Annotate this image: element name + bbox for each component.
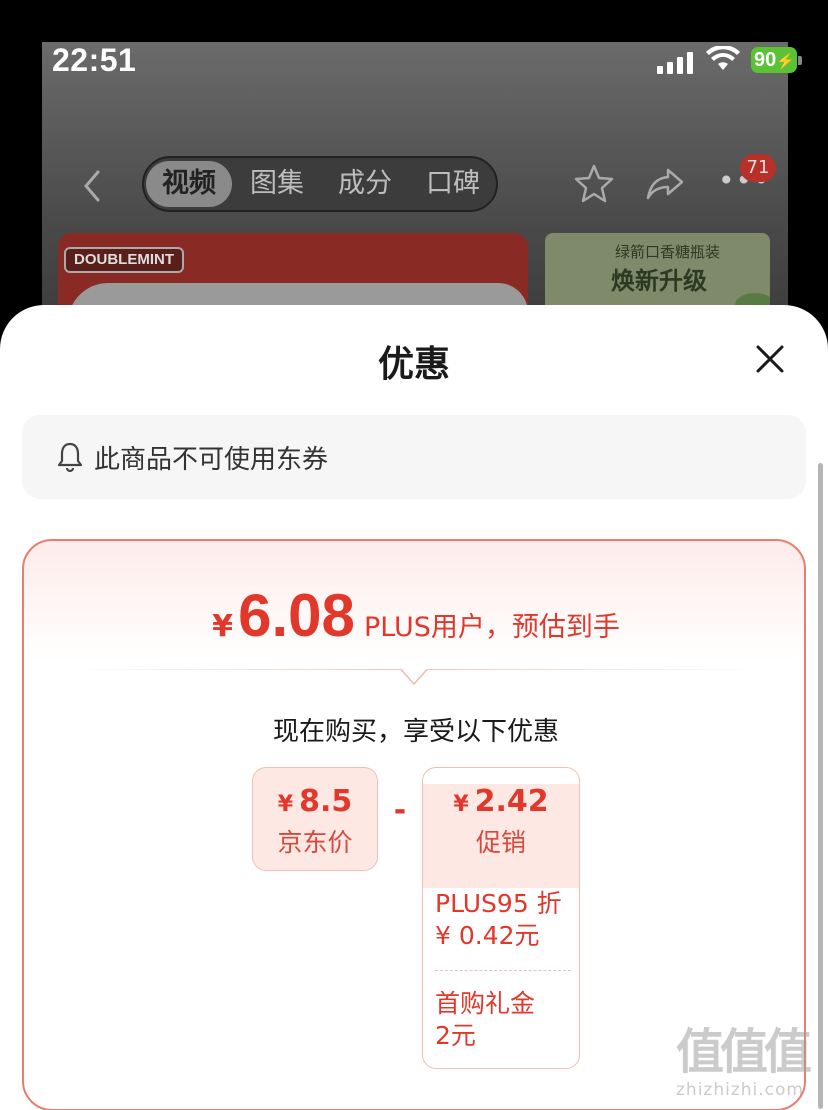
close-icon[interactable] [752, 341, 788, 377]
status-bar: 22:51 90⚡ [0, 0, 828, 100]
jd-price-box: ¥8.5 京东价 [252, 767, 378, 871]
promotion-separator [435, 970, 571, 971]
estimated-price: ¥ 6.08 PLUS用户，预估到手 [24, 581, 808, 650]
media-tab-switcher: 视频 图集 成分 口碑 [142, 156, 498, 212]
battery-tip [798, 56, 802, 65]
banner-subtitle: 绿箭口香糖瓶装 [615, 243, 721, 261]
message-count-badge: 71 [740, 154, 776, 182]
jd-price-currency: ¥ [277, 792, 294, 817]
cellular-signal-icon [657, 52, 697, 74]
scrollbar[interactable] [818, 463, 823, 1109]
promotion-currency: ¥ [453, 792, 469, 817]
product-nav-bar: 视频 图集 成分 口碑 ••• 71 [42, 150, 788, 220]
watermark-logo: 值值值 [676, 1024, 812, 1080]
sheet-title: 优惠 [377, 344, 450, 385]
banner-title: 焕新升级 [611, 267, 707, 295]
jd-price-amount: ¥8.5 [253, 784, 377, 819]
jd-price-value: 8.5 [299, 784, 353, 819]
battery-level: 90⚡ [751, 47, 797, 73]
notice-text: 此商品不可使用东券 [94, 445, 329, 475]
wifi-icon [706, 46, 740, 70]
bell-icon [57, 442, 83, 473]
promotion-item-value: ¥ 0.42元 [435, 921, 540, 950]
brand-logo: DOUBLEMINT [64, 247, 184, 273]
discount-subtitle: 现在购买，享受以下优惠 [272, 717, 559, 747]
promotion-item-value: 2元 [435, 1021, 476, 1050]
minus-operator: - [393, 793, 407, 828]
tab-gallery[interactable]: 图集 [234, 158, 320, 210]
promotion-item-title: 首购礼金 [435, 989, 536, 1018]
status-time: 22:51 [52, 42, 137, 78]
currency-symbol: ¥ [212, 609, 233, 644]
promotion-item-plus: PLUS95 折 ¥ 0.42元 [435, 888, 571, 952]
promotion-box: ¥2.42 促销 PLUS95 折 ¥ 0.42元 首购礼金 2元 [422, 767, 580, 1069]
promotion-label: 促销 [475, 828, 526, 857]
promotion-header: ¥2.42 促销 [423, 784, 579, 888]
back-arrow-icon[interactable] [78, 168, 106, 204]
tab-ingredients[interactable]: 成分 [322, 158, 408, 210]
tab-reviews[interactable]: 口碑 [410, 158, 496, 210]
discount-bottom-sheet: 优惠 此商品不可使用东券 ¥ 6.08 PLUS用户，预估到手 现在购买，享受以… [0, 305, 828, 1110]
estimated-price-note: PLUS用户，预估到手 [363, 612, 620, 643]
jd-price-label: 京东价 [277, 828, 353, 857]
promotion-amount: ¥2.42 [423, 784, 579, 819]
site-watermark: 值值值 zhizhizhi.com [676, 1026, 816, 1102]
coupon-notice: 此商品不可使用东券 [22, 415, 806, 499]
promotion-value: 2.42 [474, 784, 549, 819]
battery-text: 90 [754, 49, 777, 71]
favorite-star-icon[interactable] [572, 162, 616, 206]
divider-left [64, 669, 402, 670]
watermark-url: zhizhizhi.com [676, 1080, 804, 1100]
share-icon[interactable] [644, 164, 688, 204]
promotion-item-title: PLUS95 折 [435, 889, 562, 918]
divider-notch [401, 669, 427, 686]
estimated-price-value: 6.08 [238, 582, 355, 649]
promotion-item-first-purchase: 首购礼金 2元 [435, 988, 571, 1052]
tab-video[interactable]: 视频 [146, 161, 232, 207]
divider-right [426, 669, 766, 670]
